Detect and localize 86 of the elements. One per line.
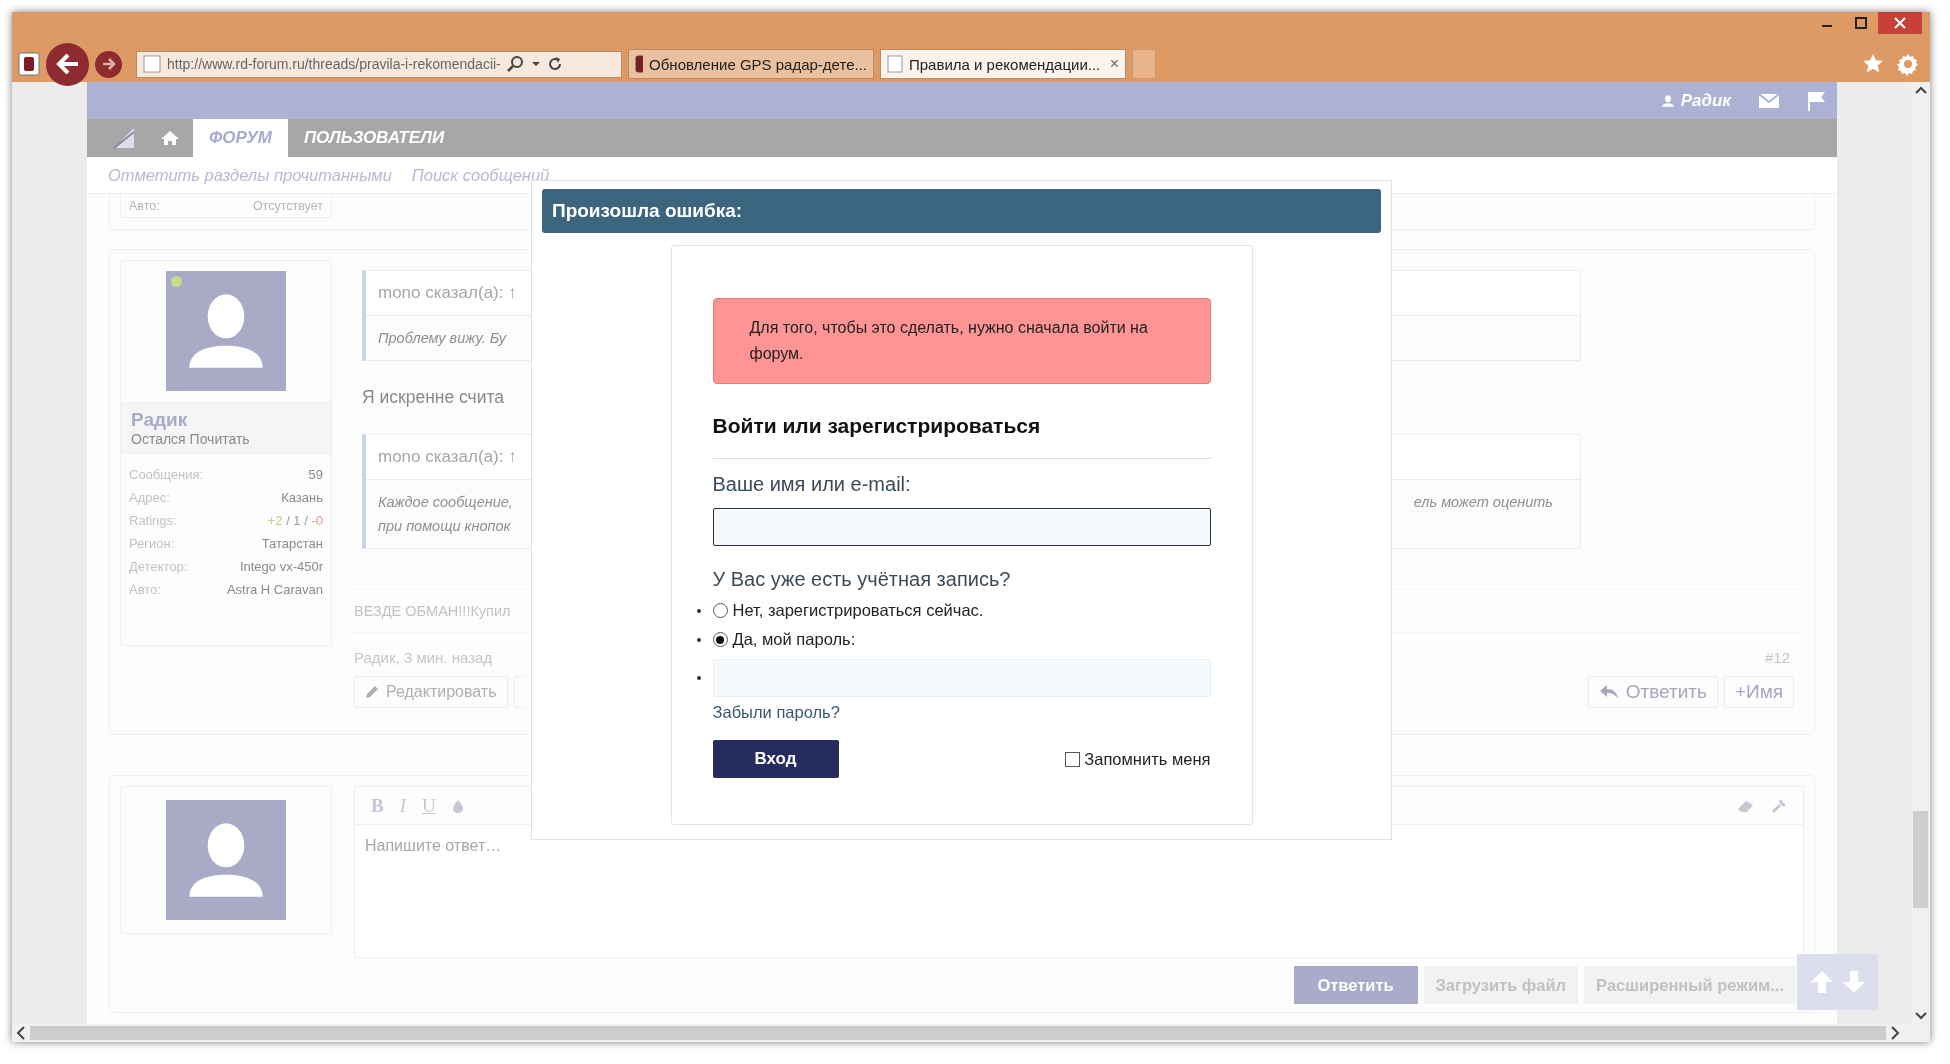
checkbox-label[interactable]: Запомнить меня [1084,749,1211,769]
quote-text: ель может оценить [1413,493,1553,512]
forward-button[interactable] [95,50,122,78]
avatar[interactable] [166,271,286,391]
quote-author[interactable]: mono сказал(а): ↑ [378,283,517,303]
chevron-left-icon[interactable] [16,1026,26,1040]
arrow-right-icon [101,58,116,70]
back-button[interactable] [46,42,89,86]
ratings-value: +2 / 1 / -0 [267,512,323,528]
dialog-title: Произошла ошибка: [542,189,1381,233]
page-icon [887,55,903,73]
nav-tab[interactable]: ПОЛЬЗОВАТЕЛИ [287,119,461,157]
vertical-scrollbar[interactable] [1911,82,1930,1024]
stat-label: Ratings: [129,512,177,528]
name-field[interactable] [712,508,1211,546]
post-text: Я искренне счита [362,387,506,408]
flag-icon[interactable] [1807,90,1825,111]
field-label: У Вас уже есть учётная запись? [712,568,1012,591]
stat-label: Регион: [129,535,175,551]
chevron-down-icon[interactable] [1914,1012,1927,1020]
refresh-icon[interactable] [546,56,563,72]
horizontal-scrollbar[interactable] [12,1024,1930,1042]
scrollbar-thumb[interactable] [30,1026,1886,1040]
stat-label: Адрес: [129,489,170,505]
home-icon[interactable] [160,130,180,146]
tab-close-button[interactable]: × [1109,55,1119,73]
pencil-icon [365,685,379,699]
stat-label: Сообщения: [129,466,204,482]
eraser-icon[interactable] [1737,798,1755,813]
checkbox[interactable] [1065,751,1081,767]
nav-link[interactable]: Поиск сообщений [411,165,550,185]
radio-button[interactable] [712,632,728,647]
stat-value: 59 [308,466,323,482]
stat-label: Детектор: [129,558,188,574]
login-button[interactable]: Вход [712,740,839,778]
stat-value: Казань [281,489,323,505]
stat-value: Astra H Caravan [226,581,323,597]
chevron-up-icon[interactable] [1914,86,1927,94]
stat-value: Intego vx-450r [239,558,323,574]
quote-author[interactable]: mono сказал(а): ↑ [378,447,517,467]
stat-value: Татарстан [261,535,323,551]
wrench-icon[interactable] [1771,797,1787,814]
scroll-jump-buttons[interactable] [1797,954,1878,1010]
close-icon[interactable] [1878,12,1922,34]
password-field[interactable] [712,659,1211,697]
reply-submit-button[interactable]: Ответить [1293,966,1418,1004]
browser-tab[interactable]: Правила и рекомендации... × [880,49,1126,79]
radio-button[interactable] [712,603,728,618]
stat-label: Авто: [129,198,160,213]
field-label: Ваше имя или e-mail: [712,473,912,496]
caret-icon[interactable] [530,60,541,68]
edit-button[interactable]: Редактировать [354,676,508,708]
search-icon[interactable] [506,55,525,73]
user-menu[interactable]: Радик [1660,90,1731,111]
nav-link[interactable]: Отметить разделы прочитанными [108,165,392,185]
mention-button[interactable]: +Имя [1723,676,1794,708]
reply-button[interactable]: Ответить [1587,676,1718,708]
scrollbar-thumb[interactable] [1913,811,1928,908]
quote-text: Каждое сообщение, при помощи кнопок [378,493,513,536]
error-message: Для того, чтобы это сделать, нужно сначала войти на форум. [712,298,1211,384]
tab-icon [635,55,644,73]
chevron-right-icon[interactable] [1890,1026,1900,1040]
nav-tab[interactable]: ФОРУМ [193,119,288,157]
mail-icon[interactable] [1759,92,1779,109]
option-label[interactable]: Да, мой пароль: [732,630,856,649]
new-tab-button[interactable] [1132,49,1156,79]
login-heading: Войти или зарегистрироваться [712,414,1211,459]
quote-text: Проблему вижу. Бу [378,329,507,348]
signature: ВЕЗДЕ ОБМАН!!!Купил [354,603,511,619]
browser-tab[interactable]: Обновление GPS радар-дете... [628,49,874,79]
arrow-left-icon [55,53,80,75]
star-icon[interactable] [1862,53,1884,75]
user-icon [1660,93,1675,108]
settings-icon[interactable] [1896,52,1920,76]
page-icon[interactable] [18,52,40,76]
username[interactable]: Радик [131,409,321,431]
logo-icon[interactable] [113,127,135,149]
page-icon [143,55,161,73]
stat-value: Отсутствует [252,198,323,213]
address-field[interactable]: http://www.rd-forum.ru/threads/pravila-i-rekomendacii- [136,50,622,78]
drop-icon[interactable] [451,798,464,813]
forgot-password-link[interactable]: Забыли пароль? [712,703,1211,722]
stat-label: Авто: [129,581,161,597]
user-title: Остался Почитать [131,431,251,447]
option-label[interactable]: Нет, зарегистрироваться сейчас. [732,601,984,620]
reply-icon [1598,684,1619,700]
